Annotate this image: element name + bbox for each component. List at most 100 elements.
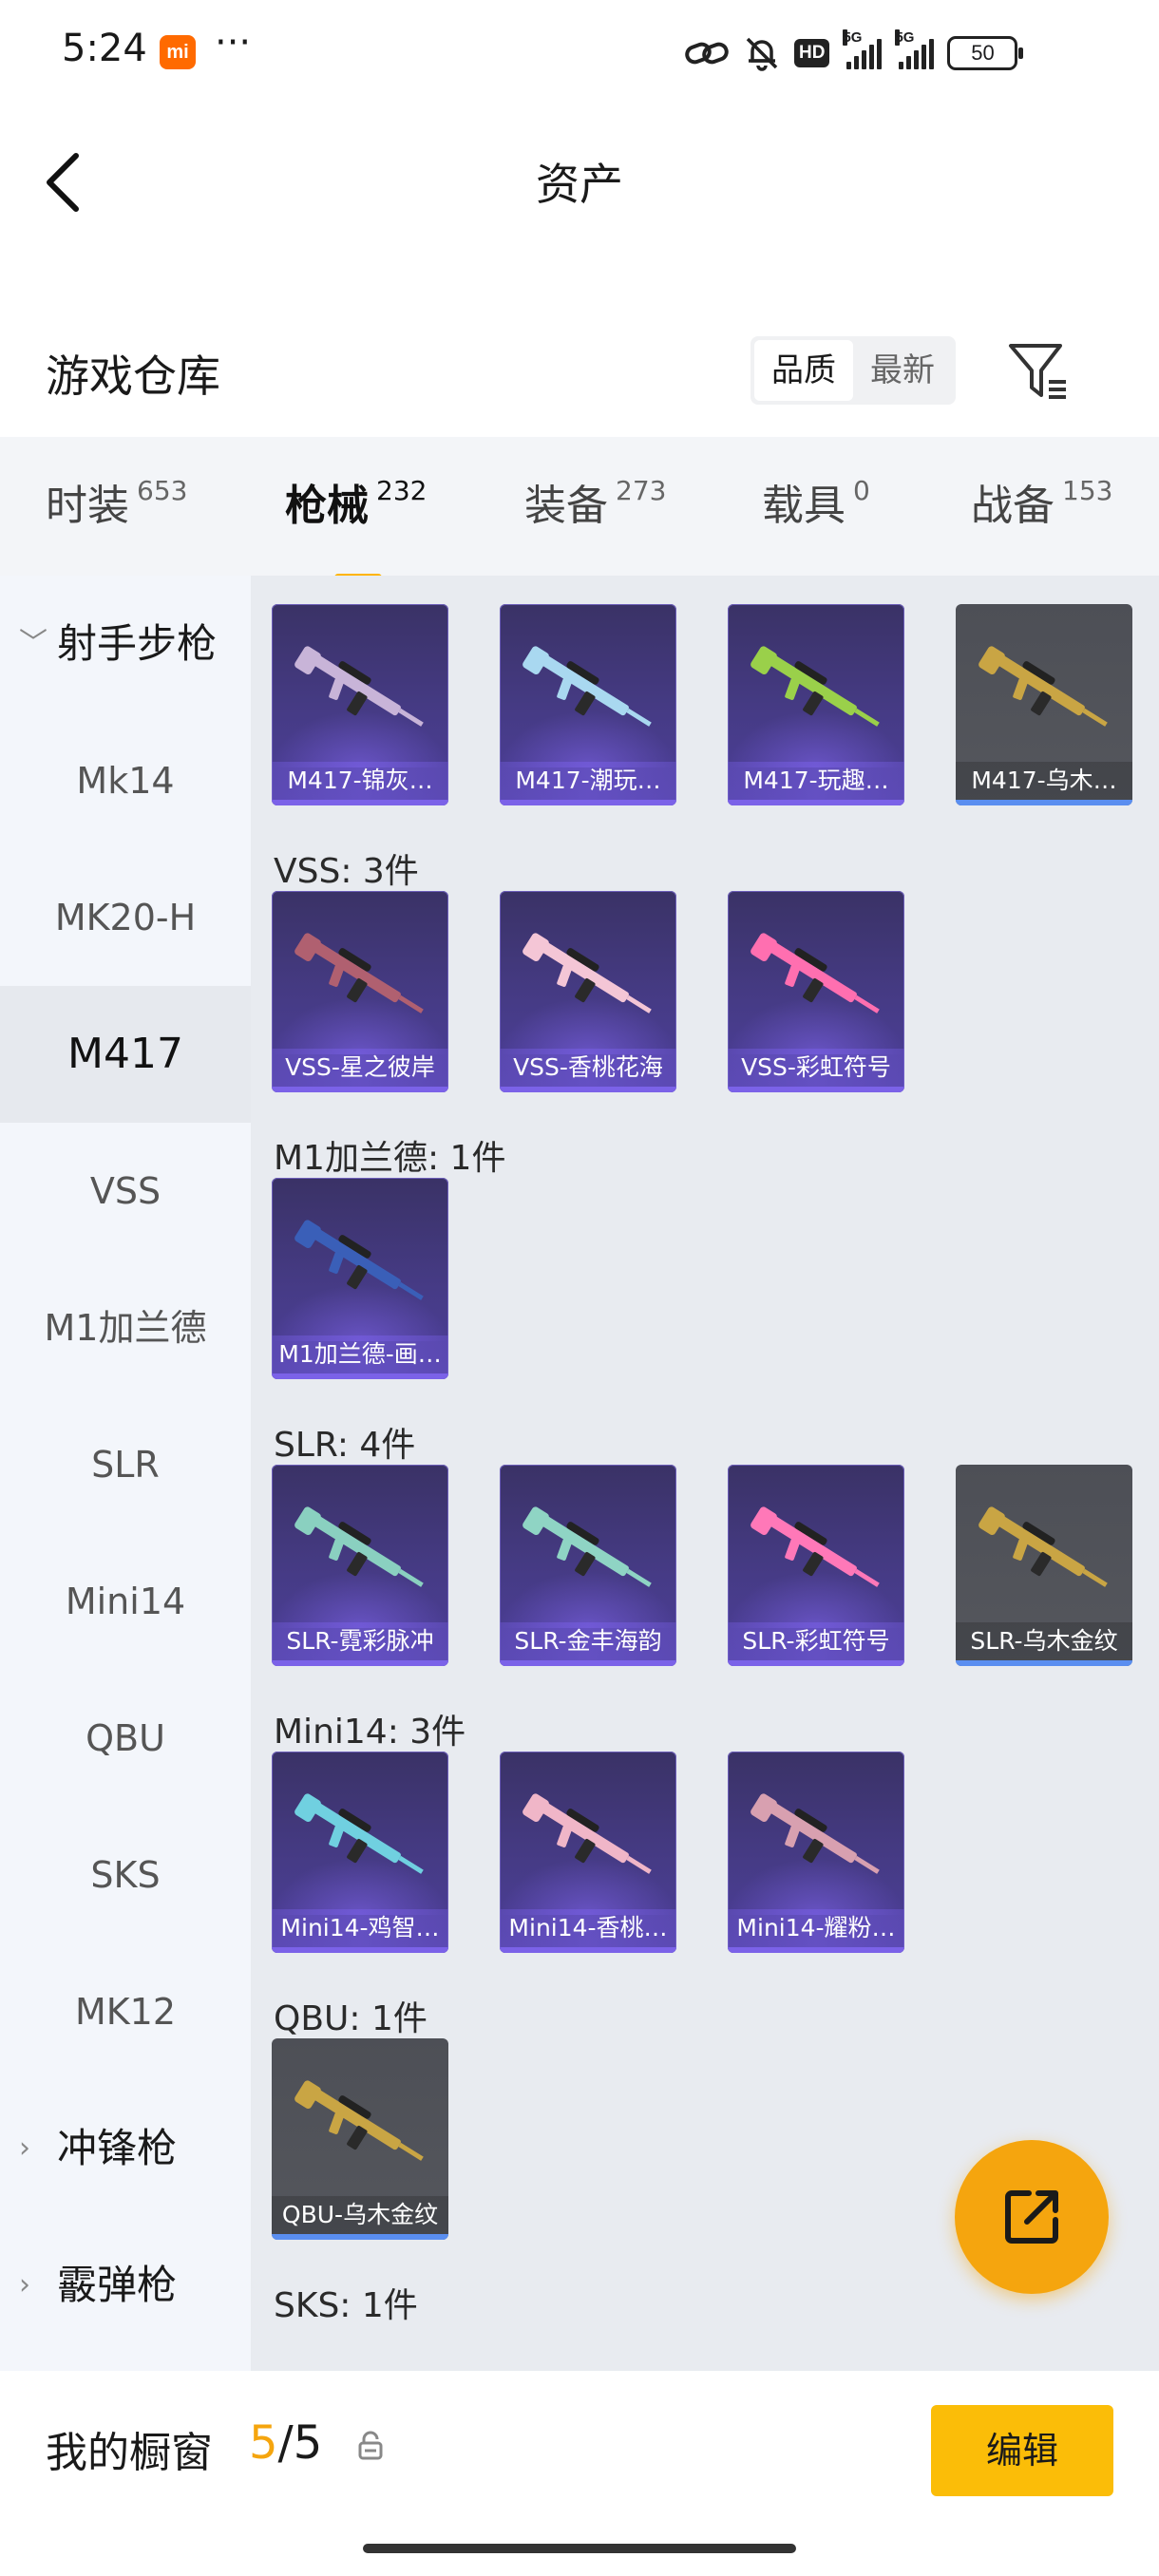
weapon-skin-card[interactable]: VSS-香桃花海 bbox=[500, 891, 676, 1092]
signal-icon: 5G bbox=[843, 29, 883, 69]
lock-icon bbox=[358, 2431, 383, 2460]
weapon-skin-card[interactable]: Mini14-鸡智… bbox=[272, 1752, 448, 1953]
weapon-skin-name: SLR-金丰海韵 bbox=[500, 1622, 676, 1660]
rarity-bar bbox=[272, 1660, 448, 1666]
sidebar-group-marksman[interactable]: ﹀ 射手步枪 bbox=[0, 576, 251, 712]
weapon-skin-name: SLR-彩虹符号 bbox=[728, 1622, 904, 1660]
tab-equipment[interactable]: 装备 273 bbox=[524, 471, 666, 532]
rifle-icon bbox=[978, 646, 1108, 727]
sidebar-item-slr[interactable]: SLR bbox=[0, 1396, 251, 1533]
weapon-skin-card[interactable]: SLR-乌木金纹 bbox=[956, 1465, 1132, 1666]
weapon-skin-name: VSS-星之彼岸 bbox=[272, 1049, 448, 1087]
sidebar-item-sks[interactable]: SKS bbox=[0, 1807, 251, 1943]
rarity-bar bbox=[728, 1660, 904, 1666]
weapon-skin-card[interactable]: Mini14-耀粉… bbox=[728, 1752, 904, 1953]
tab-vehicles[interactable]: 载具 0 bbox=[762, 471, 870, 532]
sidebar-item-m1garand[interactable]: M1加兰德 bbox=[0, 1260, 251, 1396]
rifle-icon bbox=[294, 933, 424, 1013]
signal-icon-2: 5G bbox=[895, 29, 935, 69]
sort-toggle: 品质 最新 bbox=[750, 336, 956, 405]
sidebar-item-mini14[interactable]: Mini14 bbox=[0, 1533, 251, 1670]
tab-count: 153 bbox=[1062, 475, 1113, 506]
tab-label: 枪械 bbox=[285, 482, 369, 530]
chevron-right-icon: › bbox=[19, 2268, 30, 2301]
share-export-icon bbox=[1005, 2190, 1058, 2244]
sidebar-group-smg[interactable]: › 冲锋枪 bbox=[0, 2080, 251, 2217]
rarity-bar bbox=[272, 1087, 448, 1092]
tab-supplies[interactable]: 战备 153 bbox=[971, 471, 1112, 532]
section-label: SLR: 4件 bbox=[274, 1426, 416, 1465]
category-tabs: 时装 653 枪械 232 装备 273 载具 0 战备 153 bbox=[0, 437, 1159, 581]
sort-newest-button[interactable]: 最新 bbox=[853, 340, 952, 401]
weapon-skin-name: Mini14-耀粉… bbox=[728, 1909, 904, 1947]
rifle-icon bbox=[522, 1506, 652, 1587]
share-button[interactable] bbox=[955, 2140, 1109, 2294]
weapon-skin-card[interactable]: SLR-彩虹符号 bbox=[728, 1465, 904, 1666]
sidebar-item-label: 射手步枪 bbox=[57, 620, 218, 667]
weapon-skin-card[interactable]: VSS-彩虹符号 bbox=[728, 891, 904, 1092]
weapon-skin-name: M417-潮玩… bbox=[500, 762, 676, 800]
weapon-skin-card[interactable]: QBU-乌木金纹 bbox=[272, 2038, 448, 2240]
more-notifications-icon: ··· bbox=[215, 21, 252, 65]
weapon-skin-name: M417-玩趣… bbox=[728, 762, 904, 800]
rifle-icon bbox=[294, 1220, 424, 1300]
tab-guns[interactable]: 枪械 232 bbox=[285, 471, 428, 581]
sidebar-item-m417[interactable]: M417 bbox=[0, 986, 251, 1123]
sidebar-group-shotgun[interactable]: › 霰弹枪 bbox=[0, 2217, 251, 2354]
sidebar-item-label: M1加兰德 bbox=[44, 1307, 207, 1349]
rifle-icon bbox=[294, 1793, 424, 1874]
weapon-skin-card[interactable]: SLR-霓彩脉冲 bbox=[272, 1465, 448, 1666]
rifle-icon bbox=[294, 2080, 424, 2161]
showcase-label: 我的橱窗 bbox=[46, 2429, 213, 2477]
network-type-label: 5G bbox=[843, 29, 863, 46]
weapon-skin-card[interactable]: M417-锦灰… bbox=[272, 604, 448, 805]
tab-count: 653 bbox=[137, 475, 188, 506]
rifle-icon bbox=[522, 1793, 652, 1874]
battery-icon: 50 bbox=[947, 36, 1024, 70]
status-time: 5:24 bbox=[62, 27, 147, 70]
sidebar-item-label: M417 bbox=[67, 1030, 183, 1078]
weapon-skin-name: SLR-霓彩脉冲 bbox=[272, 1622, 448, 1660]
rarity-bar bbox=[728, 1947, 904, 1953]
tab-count: 232 bbox=[376, 475, 428, 506]
sidebar-item-mk14[interactable]: Mk14 bbox=[0, 712, 251, 849]
section-label: VSS: 3件 bbox=[274, 852, 419, 891]
sidebar-item-vss[interactable]: VSS bbox=[0, 1123, 251, 1260]
tab-label: 载具 bbox=[762, 482, 846, 530]
tab-fashion[interactable]: 时装 653 bbox=[46, 471, 187, 532]
sidebar-item-label: 冲锋枪 bbox=[57, 2125, 178, 2171]
weapon-skin-card[interactable]: M417-潮玩… bbox=[500, 604, 676, 805]
sidebar-item-mk12[interactable]: MK12 bbox=[0, 1943, 251, 2080]
edit-button[interactable]: 编辑 bbox=[931, 2405, 1113, 2496]
status-bar: 5:24 mi ··· HD 5G 5G 50 bbox=[0, 0, 1159, 104]
weapon-skin-card[interactable]: M417-玩趣… bbox=[728, 604, 904, 805]
weapon-sidebar: ﹀ 射手步枪 Mk14 MK20-H M417 VSS M1加兰德 SLR Min… bbox=[0, 576, 251, 2371]
sidebar-item-label: Mini14 bbox=[65, 1581, 186, 1622]
chevron-down-icon: ﹀ bbox=[19, 627, 48, 660]
filter-icon[interactable] bbox=[1005, 338, 1072, 405]
weapon-skin-card[interactable]: Mini14-香桃… bbox=[500, 1752, 676, 1953]
weapon-skin-card[interactable]: M1加兰德-画… bbox=[272, 1178, 448, 1379]
sidebar-item-qbu[interactable]: QBU bbox=[0, 1670, 251, 1807]
weapon-skin-card[interactable]: M417-乌木… bbox=[956, 604, 1132, 805]
sidebar-item-mk20h[interactable]: MK20-H bbox=[0, 849, 251, 986]
sidebar-item-label: MK12 bbox=[74, 1991, 177, 2033]
weapon-skin-card[interactable]: VSS-星之彼岸 bbox=[272, 891, 448, 1092]
weapon-skin-name: QBU-乌木金纹 bbox=[272, 2196, 448, 2234]
showcase-count-total: 5 bbox=[293, 2416, 323, 2470]
showcase-bar: 我的橱窗 5/5 编辑 bbox=[0, 2371, 1159, 2576]
rifle-icon bbox=[750, 933, 880, 1013]
section-label: Mini14: 3件 bbox=[274, 1713, 466, 1752]
warehouse-header: 游戏仓库 品质 最新 bbox=[0, 313, 1159, 437]
weapon-skin-card[interactable]: SLR-金丰海韵 bbox=[500, 1465, 676, 1666]
network-type-label-2: 5G bbox=[895, 29, 915, 46]
tab-count: 273 bbox=[616, 475, 667, 506]
weapon-skin-name: SLR-乌木金纹 bbox=[956, 1622, 1132, 1660]
page-title: 资产 bbox=[536, 159, 623, 210]
hd-voice-icon: HD bbox=[794, 39, 830, 67]
showcase-count-current: 5 bbox=[249, 2416, 278, 2470]
sort-quality-button[interactable]: 品质 bbox=[754, 340, 853, 401]
tab-label: 战备 bbox=[971, 482, 1054, 530]
rarity-bar bbox=[272, 1947, 448, 1953]
section-label: M1加兰德: 1件 bbox=[274, 1139, 506, 1178]
